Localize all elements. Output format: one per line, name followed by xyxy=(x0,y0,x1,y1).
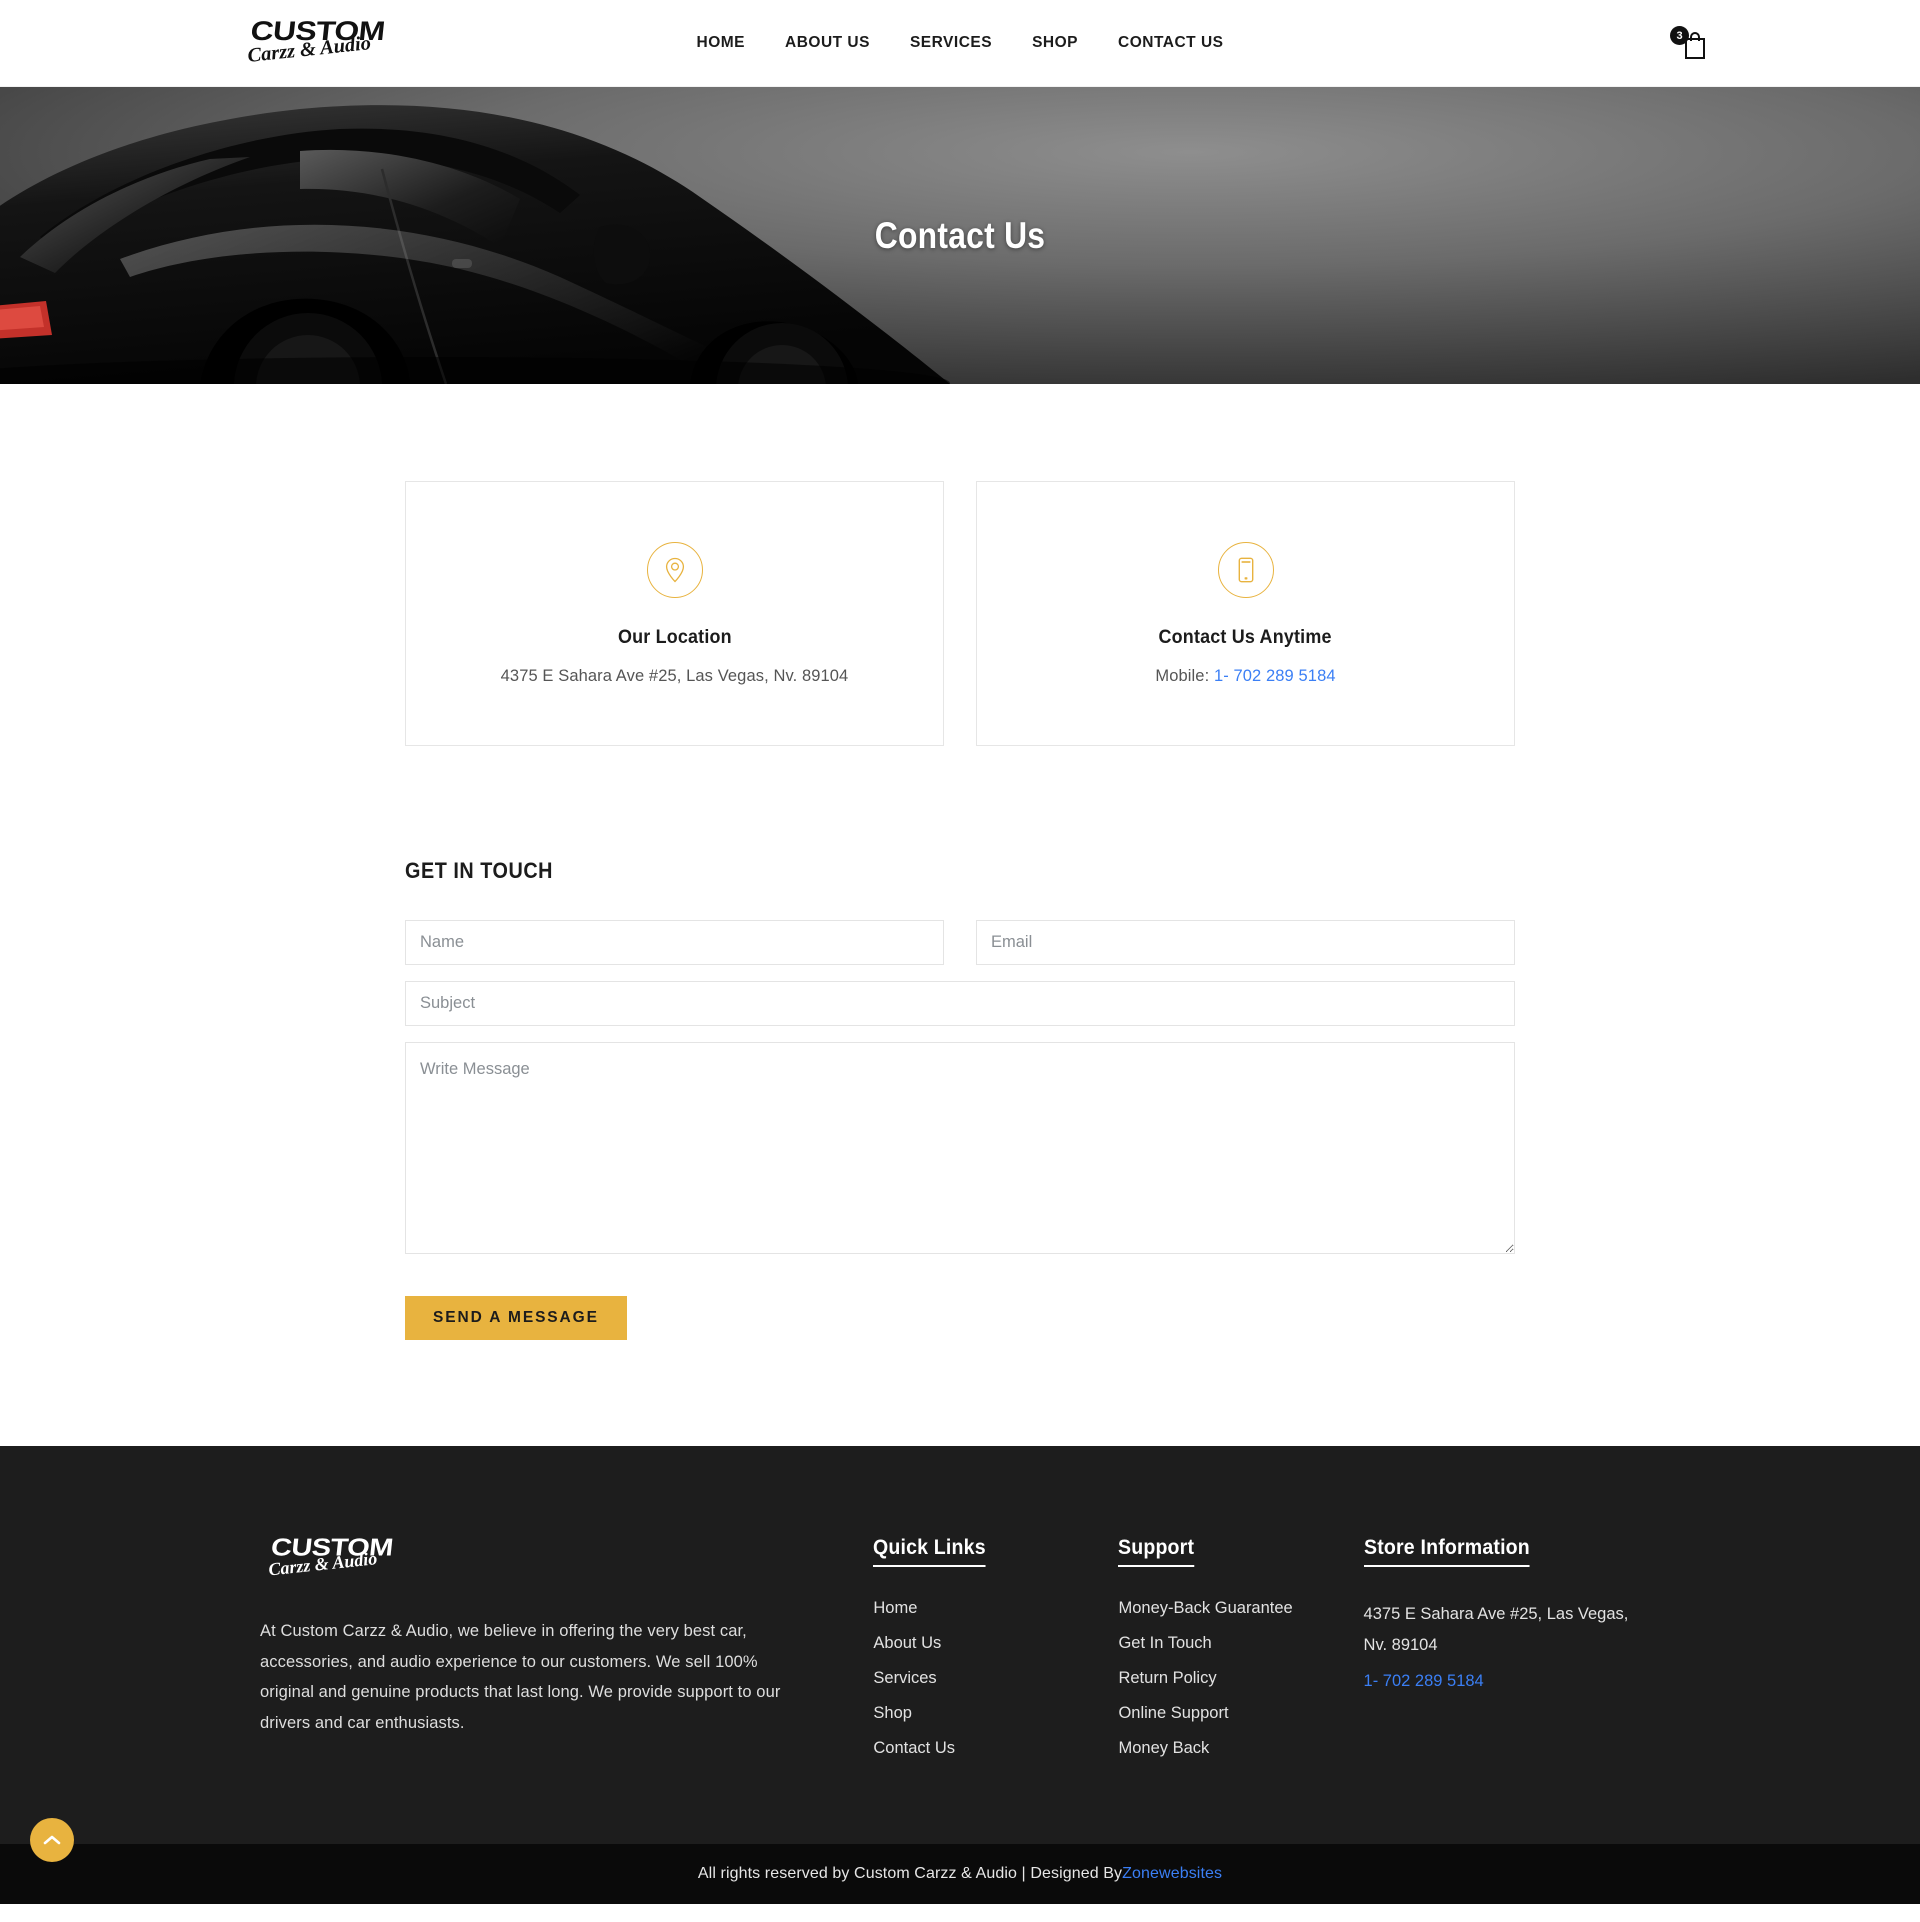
logo-graphic: CUSTOM Carzz & Audio xyxy=(246,16,386,67)
list-item: Money Back xyxy=(1118,1739,1363,1758)
footer-brand-column: CUSTOM Carzz & Audio At Custom Carzz & A… xyxy=(260,1532,873,1738)
cart-count-badge: 3 xyxy=(1670,26,1689,45)
email-input[interactable] xyxy=(976,920,1515,965)
footer-link-home[interactable]: Home xyxy=(873,1599,917,1617)
list-item: Return Policy xyxy=(1118,1669,1363,1688)
chevron-up-icon xyxy=(43,1835,61,1845)
footer-link-services[interactable]: Services xyxy=(873,1669,936,1687)
map-pin-icon xyxy=(646,541,703,598)
footer-link-money-back[interactable]: Money Back xyxy=(1118,1739,1209,1757)
contact-form: SEND A MESSAGE xyxy=(405,920,1515,1340)
store-information-heading: Store Information xyxy=(1363,1536,1530,1567)
main-navigation: HOME ABOUT US SERVICES SHOP CONTACT US xyxy=(677,34,1244,52)
contact-card: Contact Us Anytime Mobile: 1- 702 289 51… xyxy=(976,481,1515,746)
send-message-button[interactable]: SEND A MESSAGE xyxy=(405,1296,627,1340)
cart-button[interactable]: 3 xyxy=(1670,26,1710,64)
subject-row xyxy=(405,981,1515,1026)
support-list: Money-Back Guarantee Get In Touch Return… xyxy=(1118,1599,1363,1758)
mobile-label: Mobile: xyxy=(1155,666,1214,685)
footer-store-information-column: Store Information 4375 E Sahara Ave #25,… xyxy=(1363,1532,1660,1691)
nav-item-about-us[interactable]: ABOUT US xyxy=(765,34,890,52)
nav-item-shop[interactable]: SHOP xyxy=(1012,34,1098,52)
footer-link-get-in-touch[interactable]: Get In Touch xyxy=(1118,1634,1211,1652)
store-phone-link[interactable]: 1- 702 289 5184 xyxy=(1364,1672,1484,1690)
designer-link[interactable]: Zonewebsites xyxy=(1122,1865,1222,1883)
list-item: Get In Touch xyxy=(1118,1634,1363,1653)
name-email-row xyxy=(405,920,1515,965)
subject-field-col xyxy=(405,981,1515,1026)
get-in-touch-section: GET IN TOUCH Name Email Subject Write Me… xyxy=(405,858,1515,1340)
quick-links-heading: Quick Links xyxy=(873,1536,987,1567)
footer-link-shop[interactable]: Shop xyxy=(873,1704,912,1722)
mobile-phone-icon xyxy=(1217,541,1274,598)
location-card-title: Our Location xyxy=(617,625,732,648)
footer-logo[interactable]: CUSTOM Carzz & Audio xyxy=(260,1532,405,1584)
footer-link-money-back-guarantee[interactable]: Money-Back Guarantee xyxy=(1118,1599,1292,1617)
quick-links-list: Home About Us Services Shop Contact Us xyxy=(873,1599,1118,1758)
email-field-col xyxy=(976,920,1515,965)
copyright-text: All rights reserved by Custom Carzz & Au… xyxy=(697,1865,1123,1882)
footer-quick-links-column: Quick Links Home About Us Services Shop … xyxy=(873,1532,1118,1774)
hero-title: Contact Us xyxy=(874,214,1046,256)
footer-link-online-support[interactable]: Online Support xyxy=(1118,1704,1228,1722)
list-item: Shop xyxy=(873,1704,1118,1723)
location-card: Our Location 4375 E Sahara Ave #25, Las … xyxy=(405,481,944,746)
scroll-to-top-button[interactable] xyxy=(30,1818,74,1862)
main-content: Our Location 4375 E Sahara Ave #25, Las … xyxy=(0,384,1920,1446)
location-card-address: 4375 E Sahara Ave #25, Las Vegas, Nv. 89… xyxy=(500,666,849,685)
list-item: Home xyxy=(873,1599,1118,1618)
nav-item-services[interactable]: SERVICES xyxy=(890,34,1012,52)
support-heading: Support xyxy=(1118,1536,1195,1567)
nav-item-contact-us[interactable]: CONTACT US xyxy=(1098,34,1243,52)
list-item: Services xyxy=(873,1669,1118,1688)
hero-banner: Contact Us xyxy=(0,87,1920,384)
site-logo[interactable]: CUSTOM Carzz & Audio xyxy=(236,14,386,72)
name-field-col xyxy=(405,920,944,965)
page-root: CUSTOM Carzz & Audio HOME ABOUT US SERVI… xyxy=(0,0,1920,1904)
footer-link-about-us[interactable]: About Us xyxy=(873,1634,941,1652)
store-address: 4375 E Sahara Ave #25, Las Vegas, Nv. 89… xyxy=(1363,1605,1629,1654)
site-header: CUSTOM Carzz & Audio HOME ABOUT US SERVI… xyxy=(0,0,1920,87)
list-item: Online Support xyxy=(1118,1704,1363,1723)
list-item: Money-Back Guarantee xyxy=(1118,1599,1363,1618)
contact-card-title: Contact Us Anytime xyxy=(1158,625,1333,648)
footer-support-column: Support Money-Back Guarantee Get In Touc… xyxy=(1118,1532,1363,1774)
site-footer: CUSTOM Carzz & Audio At Custom Carzz & A… xyxy=(0,1446,1920,1844)
list-item: About Us xyxy=(873,1634,1118,1653)
message-textarea[interactable] xyxy=(405,1042,1515,1254)
contact-card-phone-line: Mobile: 1- 702 289 5184 xyxy=(1155,667,1335,686)
footer-link-contact-us[interactable]: Contact Us xyxy=(873,1739,955,1757)
nav-item-home[interactable]: HOME xyxy=(677,34,766,52)
copyright-bar: All rights reserved by Custom Carzz & Au… xyxy=(0,1844,1920,1904)
footer-link-return-policy[interactable]: Return Policy xyxy=(1118,1669,1216,1687)
subject-input[interactable] xyxy=(405,981,1515,1026)
name-input[interactable] xyxy=(405,920,944,965)
info-cards-row: Our Location 4375 E Sahara Ave #25, Las … xyxy=(405,481,1515,746)
get-in-touch-heading: GET IN TOUCH xyxy=(405,858,554,883)
footer-description: At Custom Carzz & Audio, we believe in o… xyxy=(260,1622,781,1732)
phone-link[interactable]: 1- 702 289 5184 xyxy=(1214,667,1336,685)
list-item: Contact Us xyxy=(873,1739,1118,1758)
